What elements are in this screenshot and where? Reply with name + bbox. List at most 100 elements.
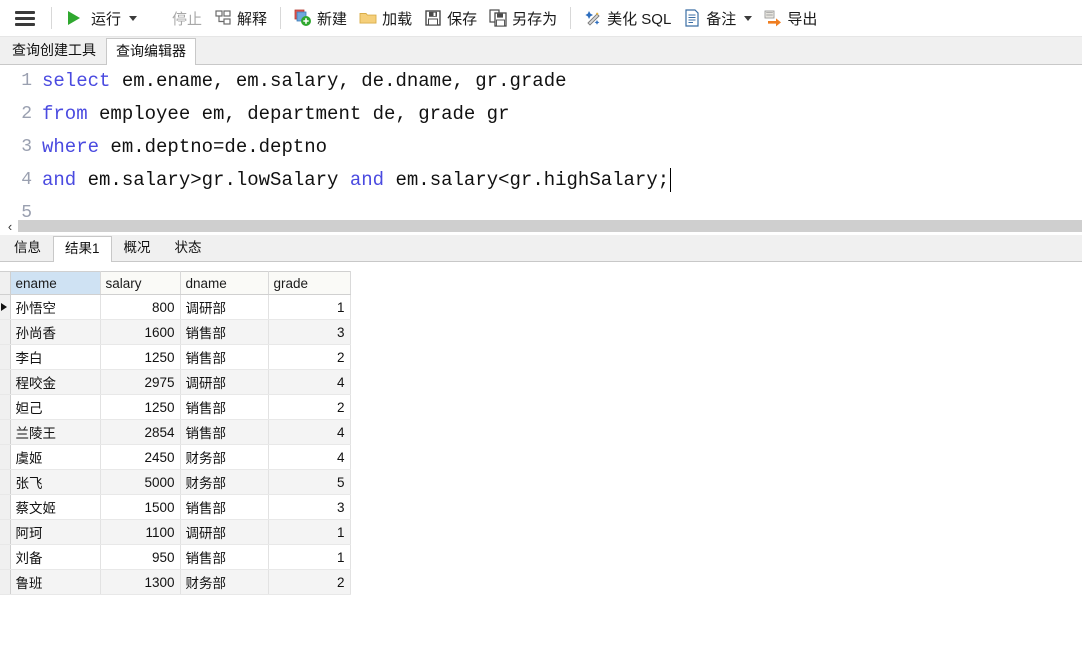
row-marker[interactable] — [0, 444, 11, 470]
cell-salary[interactable]: 1250 — [100, 394, 181, 420]
cell-ename[interactable]: 兰陵王 — [10, 419, 101, 445]
collapse-left-icon[interactable]: ‹ — [2, 219, 18, 234]
run-button[interactable]: 运行 — [59, 4, 143, 32]
cell-dname[interactable]: 销售部 — [180, 394, 269, 420]
cell-salary[interactable]: 2854 — [100, 419, 181, 445]
result-tab-状态[interactable]: 状态 — [163, 235, 214, 261]
cell-grade[interactable]: 4 — [268, 419, 351, 445]
tab-query-editor[interactable]: 查询编辑器 — [106, 38, 196, 65]
table-row[interactable]: 刘备 950 销售部 1 — [0, 544, 351, 570]
cell-grade[interactable]: 5 — [268, 469, 351, 495]
cell-salary[interactable]: 2975 — [100, 369, 181, 395]
editor-splitter[interactable]: ‹ — [0, 217, 1082, 235]
cell-salary[interactable]: 1250 — [100, 344, 181, 370]
stop-button[interactable]: 停止 — [143, 4, 208, 32]
result-grid[interactable]: ename salary dname grade 孙悟空 800 调研部 1 孙尚香 1600 销… — [0, 271, 351, 595]
row-marker[interactable] — [0, 494, 11, 520]
table-row[interactable]: 张飞 5000 财务部 5 — [0, 469, 351, 495]
table-row[interactable]: 孙悟空 800 调研部 1 — [0, 294, 351, 320]
cell-grade[interactable]: 3 — [268, 319, 351, 345]
row-marker[interactable] — [0, 369, 11, 395]
cell-ename[interactable]: 刘备 — [10, 544, 101, 570]
cell-salary[interactable]: 950 — [100, 544, 181, 570]
table-row[interactable]: 鲁班 1300 财务部 2 — [0, 569, 351, 595]
cell-ename[interactable]: 张飞 — [10, 469, 101, 495]
cell-ename[interactable]: 妲己 — [10, 394, 101, 420]
chevron-down-icon[interactable] — [744, 15, 753, 21]
row-marker[interactable] — [0, 544, 11, 570]
cell-salary[interactable]: 1300 — [100, 569, 181, 595]
column-header-grade[interactable]: grade — [268, 271, 351, 295]
export-button[interactable]: 导出 — [758, 4, 823, 32]
tab-query-builder[interactable]: 查询创建工具 — [2, 37, 106, 64]
cell-dname[interactable]: 调研部 — [180, 294, 269, 320]
cell-dname[interactable]: 财务部 — [180, 444, 269, 470]
cell-ename[interactable]: 孙尚香 — [10, 319, 101, 345]
cell-grade[interactable]: 1 — [268, 519, 351, 545]
cell-dname[interactable]: 调研部 — [180, 369, 269, 395]
comment-button[interactable]: 备注 — [677, 4, 758, 32]
cell-dname[interactable]: 销售部 — [180, 544, 269, 570]
cell-grade[interactable]: 1 — [268, 544, 351, 570]
column-header-dname[interactable]: dname — [180, 271, 269, 295]
cell-ename[interactable]: 鲁班 — [10, 569, 101, 595]
cell-dname[interactable]: 销售部 — [180, 319, 269, 345]
row-marker[interactable] — [0, 519, 11, 545]
cell-ename[interactable]: 阿珂 — [10, 519, 101, 545]
cell-grade[interactable]: 1 — [268, 294, 351, 320]
cell-ename[interactable]: 蔡文姬 — [10, 494, 101, 520]
cell-dname[interactable]: 财务部 — [180, 469, 269, 495]
table-row[interactable]: 兰陵王 2854 销售部 4 — [0, 419, 351, 445]
cell-salary[interactable]: 1600 — [100, 319, 181, 345]
beautify-sql-button[interactable]: 美化 SQL — [578, 4, 677, 32]
row-marker[interactable] — [0, 469, 11, 495]
cell-salary[interactable]: 1100 — [100, 519, 181, 545]
cell-ename[interactable]: 孙悟空 — [10, 294, 101, 320]
cell-grade[interactable]: 2 — [268, 569, 351, 595]
table-row[interactable]: 孙尚香 1600 销售部 3 — [0, 319, 351, 345]
cell-grade[interactable]: 3 — [268, 494, 351, 520]
table-row[interactable]: 妲己 1250 销售部 2 — [0, 394, 351, 420]
cell-salary[interactable]: 1500 — [100, 494, 181, 520]
chevron-down-icon[interactable] — [129, 15, 138, 21]
sql-editor[interactable]: 1 select em.ename, em.salary, de.dname, g… — [0, 65, 1082, 217]
cell-ename[interactable]: 李白 — [10, 344, 101, 370]
cell-dname[interactable]: 财务部 — [180, 569, 269, 595]
row-marker[interactable] — [0, 319, 11, 345]
result-tab-结果1[interactable]: 结果1 — [53, 236, 112, 262]
row-marker[interactable] — [0, 344, 11, 370]
result-tab-信息[interactable]: 信息 — [2, 235, 53, 261]
row-marker[interactable] — [0, 569, 11, 595]
cell-grade[interactable]: 4 — [268, 369, 351, 395]
column-header-ename[interactable]: ename — [10, 271, 101, 295]
cell-dname[interactable]: 调研部 — [180, 519, 269, 545]
cell-salary[interactable]: 5000 — [100, 469, 181, 495]
cell-salary[interactable]: 800 — [100, 294, 181, 320]
row-marker[interactable] — [0, 394, 11, 420]
table-row[interactable]: 阿珂 1100 调研部 1 — [0, 519, 351, 545]
cell-ename[interactable]: 虞姬 — [10, 444, 101, 470]
hamburger-menu-icon[interactable] — [6, 10, 44, 26]
cell-ename[interactable]: 程咬金 — [10, 369, 101, 395]
cell-salary[interactable]: 2450 — [100, 444, 181, 470]
save-button[interactable]: 保存 — [418, 4, 483, 32]
cell-dname[interactable]: 销售部 — [180, 344, 269, 370]
save-as-button[interactable]: 另存为 — [483, 4, 563, 32]
table-row[interactable]: 程咬金 2975 调研部 4 — [0, 369, 351, 395]
cell-grade[interactable]: 2 — [268, 394, 351, 420]
explain-button[interactable]: 解释 — [208, 4, 273, 32]
table-row[interactable]: 蔡文姬 1500 销售部 3 — [0, 494, 351, 520]
row-marker[interactable] — [0, 294, 11, 320]
load-button[interactable]: 加载 — [353, 4, 418, 32]
new-button[interactable]: 新建 — [288, 4, 353, 32]
row-marker[interactable] — [0, 419, 11, 445]
cell-grade[interactable]: 2 — [268, 344, 351, 370]
cell-dname[interactable]: 销售部 — [180, 419, 269, 445]
splitter-bar[interactable] — [18, 220, 1082, 232]
column-header-salary[interactable]: salary — [100, 271, 181, 295]
cell-grade[interactable]: 4 — [268, 444, 351, 470]
table-row[interactable]: 虞姬 2450 财务部 4 — [0, 444, 351, 470]
table-row[interactable]: 李白 1250 销售部 2 — [0, 344, 351, 370]
result-tab-概况[interactable]: 概况 — [112, 235, 163, 261]
cell-dname[interactable]: 销售部 — [180, 494, 269, 520]
